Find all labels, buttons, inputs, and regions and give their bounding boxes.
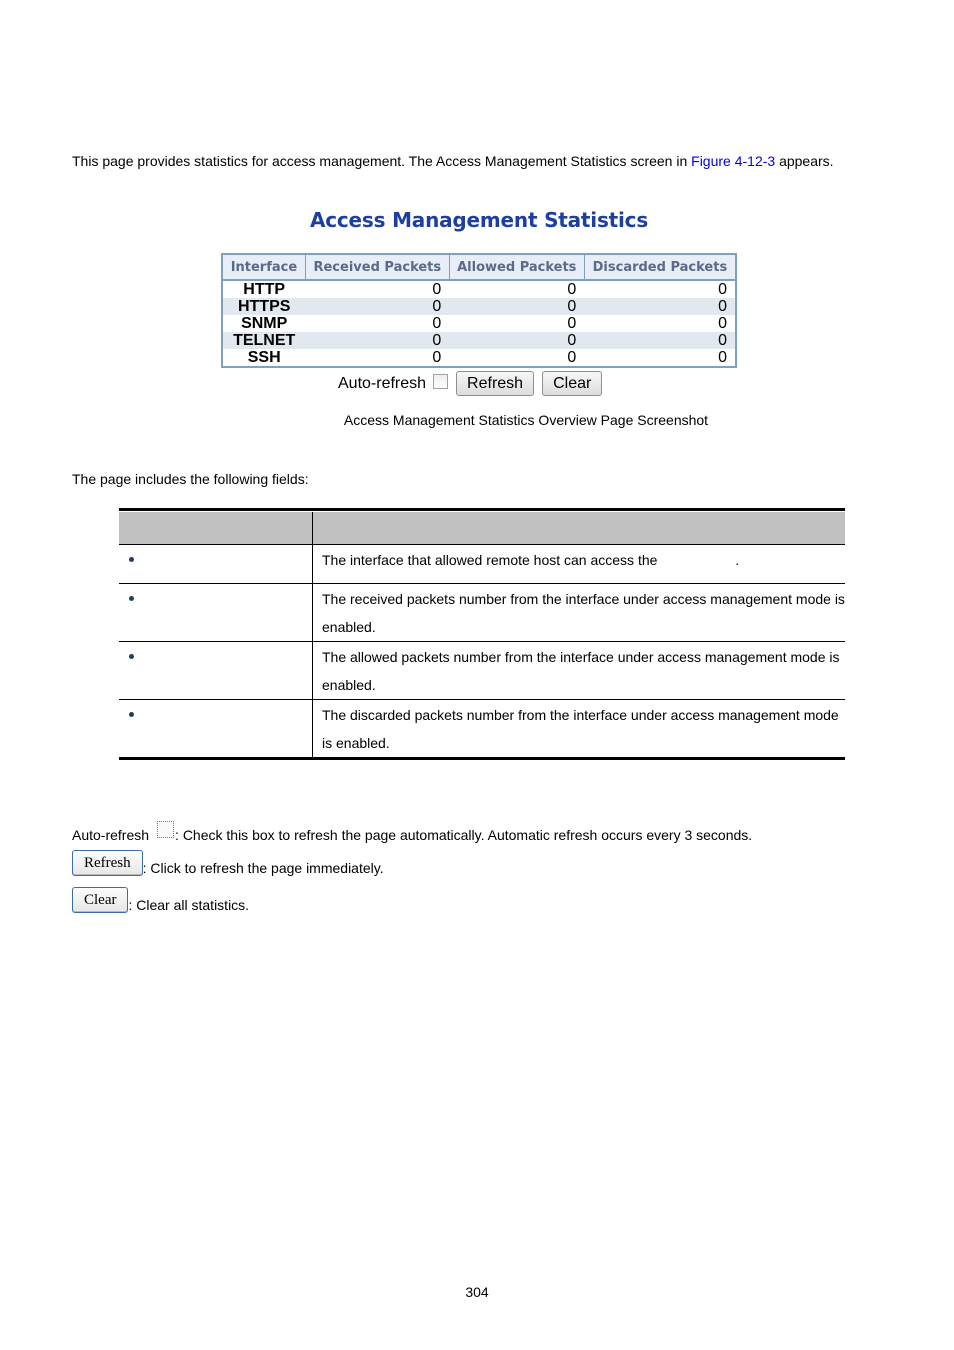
page-number: 304 bbox=[465, 1284, 489, 1300]
field-description: The discarded packets number from the in… bbox=[312, 699, 845, 758]
received-cell: 0 bbox=[305, 298, 450, 315]
received-cell: 0 bbox=[432, 281, 442, 298]
bullet-icon bbox=[129, 557, 134, 562]
header-description bbox=[312, 512, 845, 545]
clear-button-image: Clear bbox=[72, 887, 129, 913]
field-object bbox=[119, 641, 313, 700]
header-object bbox=[119, 512, 313, 545]
refresh-button[interactable]: Refresh bbox=[456, 371, 535, 396]
bullet-icon bbox=[129, 596, 134, 601]
received-cell: 0 bbox=[432, 315, 442, 332]
table-row: HTTPS 0 0 0 bbox=[222, 298, 736, 315]
column-header-discarded-packets: Discarded Packets bbox=[583, 253, 737, 281]
clear-help: Clear : Clear all statistics. bbox=[72, 887, 249, 913]
allowed-cell: 0 bbox=[567, 315, 577, 332]
field-description: The allowed packets number from the inte… bbox=[312, 641, 845, 700]
bullet-icon bbox=[129, 712, 134, 717]
table-bottom-rule bbox=[119, 757, 845, 760]
allowed-cell: 0 bbox=[449, 332, 585, 349]
access-management-statistics-table: Interface Received Packets Allowed Packe… bbox=[221, 253, 737, 368]
bullet-icon bbox=[129, 654, 134, 659]
auto-refresh-help-label: Auto-refresh bbox=[72, 826, 150, 843]
auto-refresh-help-text: : Check this box to refresh the page aut… bbox=[175, 826, 753, 843]
allowed-cell: 0 bbox=[567, 281, 577, 298]
field-row: The allowed packets number from the inte… bbox=[119, 641, 845, 700]
checkbox-icon bbox=[157, 821, 175, 838]
allowed-cell: 0 bbox=[449, 298, 585, 315]
clear-help-text: : Clear all statistics. bbox=[128, 897, 250, 913]
received-cell: 0 bbox=[432, 349, 442, 366]
intro-paragraph: This page provides statistics for access… bbox=[72, 153, 834, 169]
table-row: TELNET 0 0 0 bbox=[222, 332, 736, 349]
field-object bbox=[119, 544, 313, 584]
fields-header-row bbox=[119, 512, 845, 545]
discarded-cell: 0 bbox=[584, 298, 736, 315]
received-cell: 0 bbox=[305, 332, 450, 349]
refresh-help: Refresh : Click to refresh the page imme… bbox=[72, 850, 384, 876]
refresh-button-image: Refresh bbox=[72, 850, 143, 876]
fields-intro: The page includes the following fields: bbox=[72, 471, 309, 487]
figure-title: Access Management Statistics bbox=[309, 208, 649, 232]
table-top-rule bbox=[119, 508, 845, 511]
discarded-cell: 0 bbox=[718, 281, 727, 298]
field-row: The discarded packets number from the in… bbox=[119, 699, 845, 758]
refresh-help-text: : Click to refresh the page immediately. bbox=[142, 860, 384, 876]
discarded-cell: 0 bbox=[718, 315, 727, 332]
field-description: The received packets number from the int… bbox=[312, 583, 845, 642]
auto-refresh-checkbox[interactable] bbox=[433, 374, 449, 389]
interface-cell: HTTP bbox=[243, 281, 286, 298]
figure-link[interactable]: Figure 4-12-3 bbox=[691, 153, 775, 169]
table-header-row: Interface Received Packets Allowed Packe… bbox=[221, 253, 737, 281]
figure-caption: Access Management Statistics Overview Pa… bbox=[343, 412, 709, 428]
interface-cell: SNMP bbox=[241, 315, 288, 332]
auto-refresh-label: Auto-refresh bbox=[338, 374, 427, 392]
table-row: HTTP 0 0 0 bbox=[222, 280, 736, 298]
field-object bbox=[119, 699, 313, 758]
field-row: The interface that allowed remote host c… bbox=[119, 544, 845, 584]
interface-cell: HTTPS bbox=[222, 298, 306, 315]
field-row: The received packets number from the int… bbox=[119, 583, 845, 642]
table-row: SNMP 0 0 0 bbox=[222, 315, 736, 332]
interface-cell: TELNET bbox=[222, 332, 306, 349]
figure-controls: Auto-refresh Refresh Clear bbox=[338, 371, 610, 396]
column-header-allowed-packets: Allowed Packets bbox=[448, 253, 585, 281]
fields-table: The interface that allowed remote host c… bbox=[119, 512, 845, 758]
clear-button[interactable]: Clear bbox=[542, 371, 603, 396]
table-row: SSH 0 0 0 bbox=[222, 349, 736, 367]
column-header-interface: Interface bbox=[221, 253, 306, 281]
field-description: The interface that allowed remote host c… bbox=[312, 544, 845, 584]
allowed-cell: 0 bbox=[567, 349, 577, 366]
intro-text-end: appears. bbox=[775, 153, 834, 169]
column-header-received-packets: Received Packets bbox=[304, 253, 450, 281]
discarded-cell: 0 bbox=[718, 349, 727, 366]
field-object bbox=[119, 583, 313, 642]
interface-cell: SSH bbox=[247, 349, 281, 366]
intro-text: This page provides statistics for access… bbox=[72, 153, 692, 169]
auto-refresh-help: Auto-refresh : Check this box to refresh… bbox=[72, 821, 753, 843]
discarded-cell: 0 bbox=[584, 332, 736, 349]
